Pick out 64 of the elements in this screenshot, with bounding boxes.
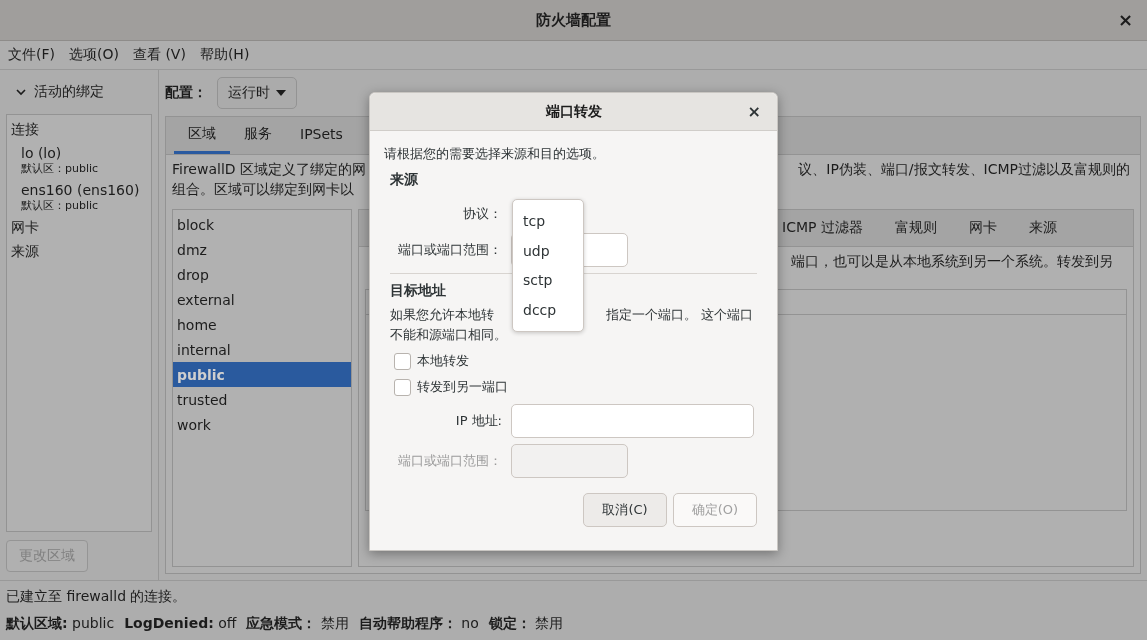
zone-settings-tab[interactable]: 来源	[1013, 210, 1073, 246]
checkbox[interactable]	[394, 352, 411, 370]
status-item: 锁定： 禁用	[488, 615, 564, 634]
connection-zone: 默认区：public	[20, 161, 100, 176]
section-heading: 来源	[390, 171, 419, 189]
zone-settings-tab[interactable]: 富规则	[879, 210, 953, 246]
zone-item[interactable]: work	[173, 412, 351, 437]
window-title: 防火墙配置	[536, 10, 611, 30]
zone-item[interactable]: dmz	[173, 237, 351, 262]
dialog-button[interactable]: 取消(C)	[583, 493, 667, 527]
sidebar-header: 活动的绑定	[34, 83, 104, 101]
zone-item[interactable]: external	[173, 287, 351, 312]
status-item: 自动帮助程序： no	[358, 615, 479, 634]
field-label: 端口或端口范围：	[397, 241, 502, 259]
field-label: 协议：	[462, 205, 502, 223]
tab[interactable]: 服务	[230, 117, 286, 154]
checkbox-label: 本地转发	[417, 352, 469, 370]
zone-item[interactable]: home	[173, 312, 351, 337]
section-heading: 目标地址	[390, 282, 447, 300]
dialog-title: 端口转发	[545, 102, 602, 121]
note-text: 不能和源端口相同。	[390, 326, 508, 344]
menu-option[interactable]: dccp	[513, 295, 583, 325]
chevron-icon[interactable]	[16, 88, 26, 96]
description-text: 组合。区域可以绑定到网卡以	[172, 181, 354, 199]
zone-settings-tab[interactable]: 网卡	[953, 210, 1013, 246]
zone-item[interactable]: trusted	[173, 387, 351, 412]
close-button[interactable]: ×	[1113, 9, 1137, 30]
menu-option[interactable]: udp	[513, 235, 583, 266]
zone-item[interactable]: drop	[173, 262, 351, 287]
section-label: 网卡	[11, 219, 40, 237]
note-text: 指定一个端口。 这个端口	[605, 306, 754, 324]
connection-name[interactable]: lo (lo)	[11, 145, 147, 161]
config-label: 配置：	[165, 84, 207, 102]
status-item: LogDenied: off	[124, 615, 237, 634]
section-label: 连接	[11, 121, 40, 139]
forwarding-description: 端口，也可以是从本地系统到另一个系统。转发到另	[791, 253, 1113, 271]
zone-item[interactable]: internal	[173, 337, 351, 362]
input-field[interactable]	[511, 404, 754, 438]
tab[interactable]: IPSets	[286, 117, 357, 154]
checkbox-label: 转发到另一端口	[417, 378, 508, 396]
field-label: IP 地址:	[454, 412, 502, 430]
checkbox[interactable]	[394, 378, 411, 396]
connection-zone: 默认区：public	[20, 198, 100, 213]
status-message: 已建立至 firewalld 的连接。	[6, 587, 188, 606]
note-text: 如果您允许本地转	[390, 306, 494, 324]
connection-name[interactable]: ens160 (ens160)	[11, 182, 147, 198]
menu-option[interactable]: tcp	[513, 206, 583, 236]
config-dropdown[interactable]: 运行时	[217, 77, 297, 109]
menu-option[interactable]: sctp	[513, 265, 583, 296]
dialog-intro: 请根据您的需要选择来源和目的选项。	[384, 145, 606, 163]
menu-item[interactable]: 查看 (V)	[132, 46, 186, 64]
dropdown-arrow-icon	[276, 90, 286, 96]
zone-item[interactable]: public	[173, 362, 351, 387]
menu-item[interactable]: 选项(O)	[69, 46, 119, 64]
menu-item[interactable]: 帮助(H)	[199, 46, 250, 64]
description-text: 议、IP伪装、端口/报文转发、ICMP过滤以及富规则的	[798, 161, 1131, 179]
close-button[interactable]: ×	[741, 101, 767, 122]
description-text: FirewallD 区域定义了绑定的网	[172, 161, 367, 179]
status-item: 默认区域: public	[6, 615, 115, 634]
section-label: 来源	[11, 243, 40, 261]
status-item: 应急模式： 禁用	[246, 615, 349, 634]
field-label: 端口或端口范围：	[397, 452, 502, 470]
zone-item[interactable]: block	[173, 212, 351, 237]
menu-item[interactable]: 文件(F)	[8, 46, 55, 64]
